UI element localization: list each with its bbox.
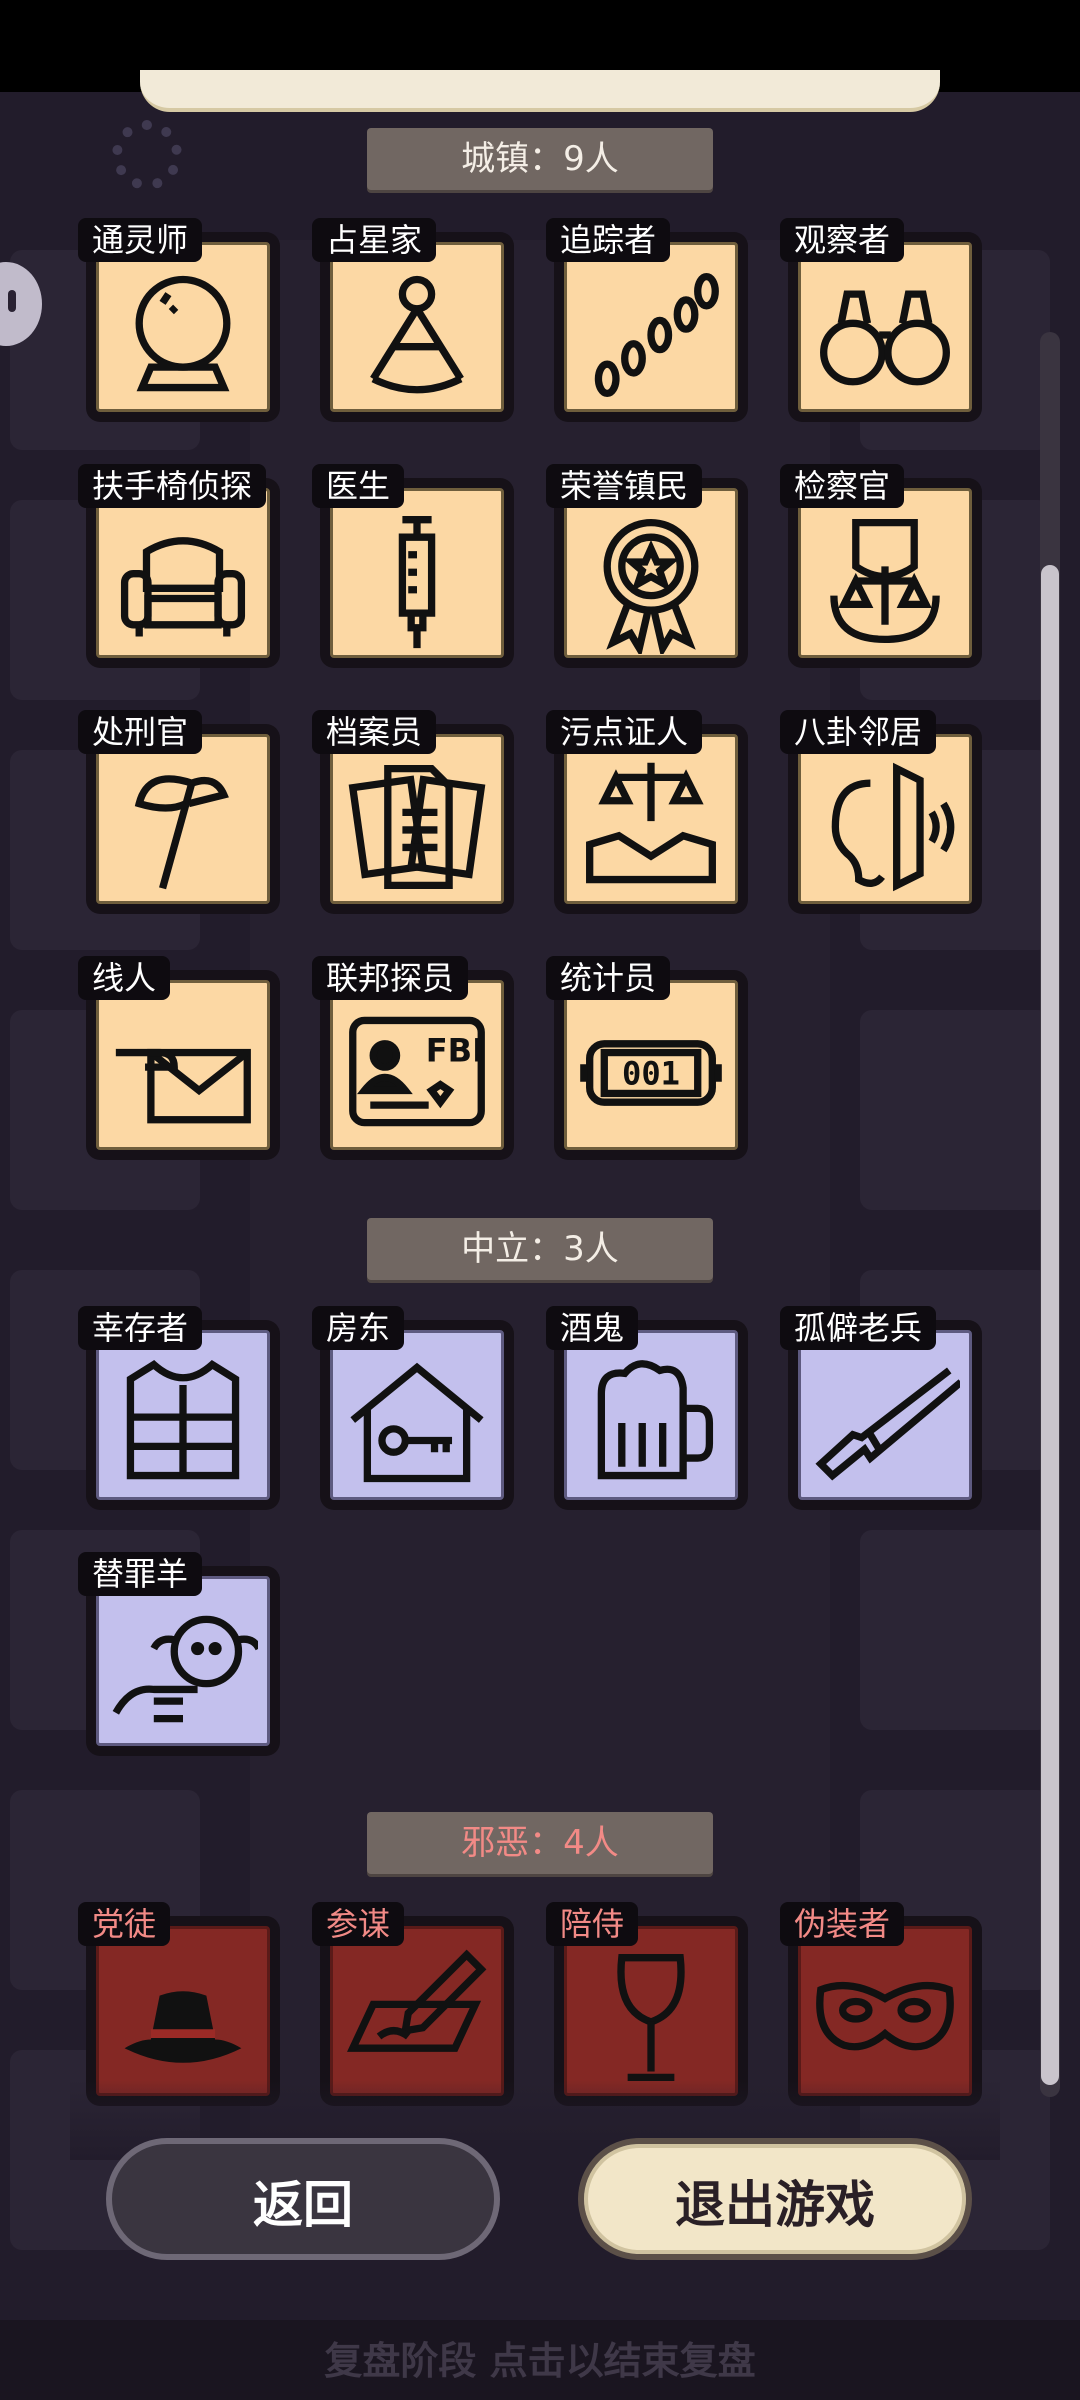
axe-icon [108, 754, 258, 900]
counter-digits: 001 [622, 1055, 680, 1093]
mask-icon [810, 1946, 960, 2092]
scrollbar-thumb[interactable] [1041, 565, 1059, 2085]
counter-icon: 001 [576, 1000, 726, 1146]
role-name: 联邦探员 [312, 956, 469, 1000]
rifle-icon [810, 1350, 964, 1496]
armchair-icon [108, 508, 258, 654]
role-name: 污点证人 [546, 710, 703, 754]
footer-hint-bar[interactable]: 复盘阶段 点击以结束复盘 [0, 2320, 1080, 2400]
role-name: 通灵师 [78, 218, 203, 262]
binoculars-icon [810, 262, 960, 408]
role-name: 检察官 [780, 464, 905, 508]
crystal-ball-icon [108, 262, 258, 408]
section-header-town: 城镇：9人 [367, 128, 713, 190]
pen-paper-icon [342, 1946, 492, 2092]
role-name: 处刑官 [78, 710, 203, 754]
envelope-hand-icon [108, 1000, 258, 1146]
role-name: 伪装者 [780, 1902, 905, 1946]
ear-wall-icon [810, 754, 960, 900]
back-button[interactable]: 返回 [106, 2138, 500, 2260]
documents-icon [342, 754, 492, 900]
role-name: 房东 [312, 1306, 405, 1350]
role-name: 档案员 [312, 710, 437, 754]
role-name: 追踪者 [546, 218, 671, 262]
role-name: 孤僻老兵 [780, 1306, 937, 1350]
section-header-neutral: 中立：3人 [367, 1218, 713, 1280]
role-name: 占星家 [312, 218, 437, 262]
role-name: 参谋 [312, 1902, 405, 1946]
background-card [860, 1530, 1050, 1730]
top-panel-edge [140, 70, 940, 112]
section-header-evil: 邪恶：4人 [367, 1812, 713, 1874]
role-name: 线人 [78, 956, 171, 1000]
role-name: 酒鬼 [546, 1306, 639, 1350]
role-name: 观察者 [780, 218, 905, 262]
medal-icon [576, 508, 726, 658]
role-name: 八卦邻居 [780, 710, 937, 754]
scales-emblem-icon [810, 508, 960, 654]
beer-mug-icon [576, 1350, 726, 1496]
fedora-icon [108, 1946, 258, 2092]
role-name: 陪侍 [546, 1902, 639, 1946]
role-name: 党徒 [78, 1902, 171, 1946]
house-key-icon [342, 1350, 492, 1496]
role-name: 替罪羊 [78, 1552, 203, 1596]
footer-hint: 复盘阶段 点击以结束复盘 [324, 2339, 756, 2383]
footprints-icon [576, 262, 726, 408]
role-name: 扶手椅侦探 [78, 464, 267, 508]
role-name: 幸存者 [78, 1306, 203, 1350]
exit-game-button[interactable]: 退出游戏 [578, 2138, 972, 2260]
sheep-point-icon [108, 1596, 263, 1742]
role-name: 医生 [312, 464, 405, 508]
syringe-icon [342, 508, 492, 654]
gear-icon[interactable] [112, 120, 182, 190]
vest-icon [108, 1350, 258, 1496]
sextant-icon [342, 262, 492, 408]
background-card [860, 1010, 1050, 1210]
role-name: 荣誉镇民 [546, 464, 703, 508]
role-name: 统计员 [546, 956, 671, 1000]
handshake-scales-icon [576, 754, 726, 900]
fbi-text: FBI [426, 1031, 484, 1069]
wine-glass-icon [576, 1946, 726, 2092]
fbi-badge-icon: FBI [342, 1000, 492, 1146]
